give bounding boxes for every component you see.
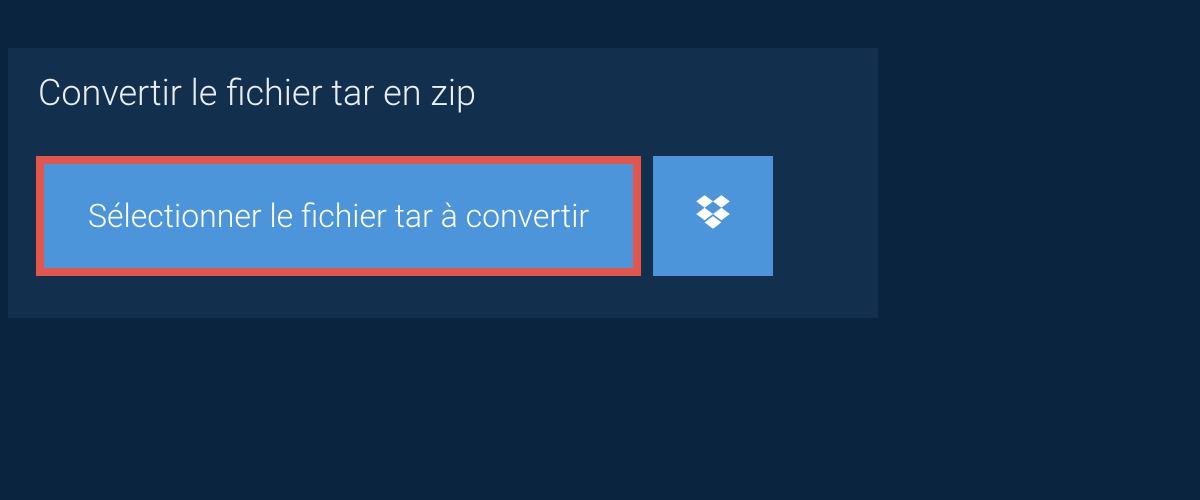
dropbox-icon xyxy=(692,193,734,239)
button-row: Sélectionner le fichier tar à convertir xyxy=(36,156,773,276)
panel-title: Convertir le fichier tar en zip xyxy=(8,48,506,138)
dropbox-button[interactable] xyxy=(653,156,773,276)
panel-title-text: Convertir le fichier tar en zip xyxy=(38,72,476,114)
select-file-button[interactable]: Sélectionner le fichier tar à convertir xyxy=(36,156,641,276)
converter-panel: Convertir le fichier tar en zip Sélectio… xyxy=(8,48,878,318)
select-file-label: Sélectionner le fichier tar à convertir xyxy=(88,197,589,235)
